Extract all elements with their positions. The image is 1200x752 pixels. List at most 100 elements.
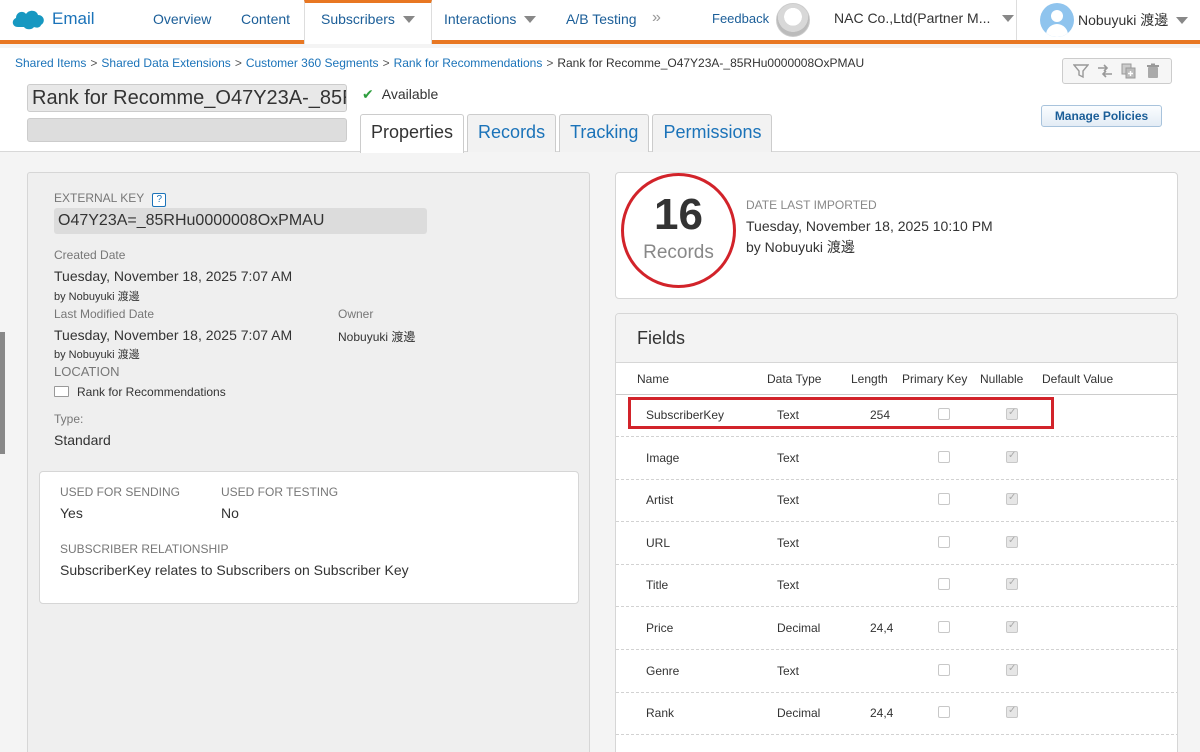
chevron-down-icon [1176,17,1189,24]
nullable-checkbox[interactable] [1006,450,1018,463]
app-name: Email [52,9,95,28]
breadcrumb-customer-360[interactable]: Customer 360 Segments [246,56,379,70]
feedback-link[interactable]: Feedback [712,11,769,26]
status: ✔ Available [362,86,438,103]
primary-key-checkbox[interactable] [938,578,950,591]
breadcrumb-rank-folder[interactable]: Rank for Recommendations [394,56,543,70]
breadcrumb-shared-data-extensions[interactable]: Shared Data Extensions [101,56,230,70]
nav-interactions-label: Interactions [444,11,517,27]
fields-card: Fields Name Data Type Length Primary Key… [615,313,1178,752]
record-count: 16 [654,190,703,239]
chevron-down-icon [402,16,415,23]
field-name: URL [646,535,671,550]
highlight-box [628,397,1054,429]
primary-key-checkbox[interactable] [938,621,950,633]
primary-key-checkbox[interactable] [938,450,950,463]
created-date-label: Created Date [54,248,126,262]
nullable-checkbox[interactable] [1006,705,1018,719]
table-row[interactable]: Image Text [616,438,1177,480]
table-row[interactable]: Price Decimal 24,4 [616,608,1177,650]
field-name: Artist [646,493,674,508]
record-count-circle: 16 Records [621,173,736,288]
user-name: Nobuyuki 渡邊 [1078,12,1169,28]
breadcrumb: Shared Items > Shared Data Extensions > Cust… [15,56,864,70]
table-row[interactable]: URL Text [616,523,1177,565]
breadcrumb-separator: > [546,56,554,70]
field-data-type: Text [777,663,800,678]
primary-key-checkbox[interactable] [938,493,950,506]
page-header: Shared Items > Shared Data Extensions > Cust… [0,48,1200,153]
location[interactable]: Rank for Recommendations [54,385,226,399]
subscriber-relationship-value: SubscriberKey relates to Subscribers on … [60,562,409,578]
primary-key-checkbox[interactable] [938,706,950,719]
field-length: 24,4 [870,621,894,635]
tab-tracking[interactable]: Tracking [559,114,650,152]
nullable-checkbox[interactable] [1006,620,1018,633]
column-header-default-value: Default Value [1042,372,1114,386]
table-row[interactable]: Title Text [616,565,1177,608]
nullable-checkbox[interactable] [1006,492,1018,506]
status-text: Available [381,86,439,102]
primary-key-checkbox[interactable] [938,535,950,548]
org-selector[interactable]: NAC Co.,Ltd(Partner M... [834,10,1015,26]
field-length: 24,4 [870,706,894,721]
nullable-checkbox[interactable] [1006,535,1018,548]
field-name: Genre [646,663,680,678]
field-name: Image [646,450,680,465]
brand[interactable]: Email [10,7,95,31]
used-for-sending-value: Yes [60,505,83,521]
chevron-down-icon [524,16,537,23]
einstein-icon[interactable] [776,3,810,37]
trash-icon[interactable] [1144,62,1162,80]
properties-panel: EXTERNAL KEY? O47Y23A=_85RHu0000008OxPMA… [27,172,590,752]
external-key-label-text: EXTERNAL KEY [54,191,145,205]
table-row[interactable]: Genre Text [616,651,1177,693]
breadcrumb-separator: > [234,56,242,70]
nullable-checkbox[interactable] [1006,663,1018,676]
filter-icon[interactable] [1072,62,1090,80]
sending-settings-box: USED FOR SENDING Yes USED FOR TESTING No… [39,471,579,604]
used-for-sending-label: USED FOR SENDING [60,485,181,499]
breadcrumb-separator: > [90,56,98,70]
column-header-nullable: Nullable [980,372,1024,386]
table-row[interactable]: Rank Decimal 24,4 [616,693,1177,736]
nav-more-icon[interactable]: » [652,9,661,27]
move-icon[interactable] [1096,62,1114,80]
created-by: by Nobuyuki 渡邊 [54,291,140,303]
manage-policies-button[interactable]: Manage Policies [1041,105,1162,127]
nav-overview[interactable]: Overview [153,0,211,40]
breadcrumb-separator: > [382,56,390,70]
record-count-label: Records [643,242,714,263]
user-menu[interactable]: Nobuyuki 渡邊 [1078,10,1189,30]
external-key-field[interactable]: O47Y23A=_85RHu0000008OxPMAU [54,208,427,234]
column-header-data-type: Data Type [767,372,822,386]
breadcrumb-shared-items[interactable]: Shared Items [15,56,86,70]
breadcrumb-current: Rank for Recomme_O47Y23A-_85RHu0000008Ox… [557,56,865,70]
nav-content[interactable]: Content [241,0,290,40]
tab-properties[interactable]: Properties [360,114,465,153]
nullable-checkbox[interactable] [1006,577,1018,591]
location-label: LOCATION [54,364,120,379]
nav-ab-testing[interactable]: A/B Testing [566,0,637,40]
nav-subscribers[interactable]: Subscribers [304,0,432,44]
tab-permissions[interactable]: Permissions [652,114,773,152]
nav-interactions[interactable]: Interactions [444,0,537,40]
folder-icon [54,386,69,397]
date-last-imported-label: DATE LAST IMPORTED [746,198,877,212]
avatar[interactable] [1040,3,1074,37]
salesforce-cloud-icon [12,10,44,30]
help-icon[interactable]: ? [152,193,167,207]
field-data-type: Decimal [777,621,821,635]
primary-key-checkbox[interactable] [938,663,950,676]
description-field[interactable] [27,118,347,142]
data-extension-name-field[interactable]: Rank for Recomme_O47Y23A-_85RH [27,84,347,112]
tab-records[interactable]: Records [467,114,557,152]
table-row[interactable]: Artist Text [616,480,1177,523]
collapse-handle[interactable] [0,332,5,454]
field-data-type: Text [777,450,800,465]
modified-date-label: Last Modified Date [54,307,155,321]
top-nav: Email Overview Content Subscribers Inter… [0,0,1200,44]
modified-date: Tuesday, November 18, 2025 7:07 AM [54,327,293,343]
copy-icon[interactable] [1120,62,1138,80]
field-data-type: Text [777,535,800,550]
